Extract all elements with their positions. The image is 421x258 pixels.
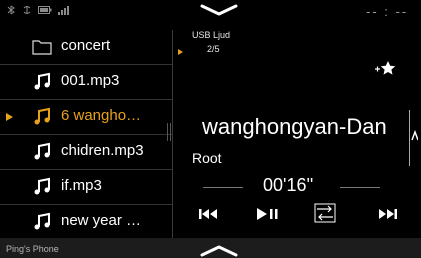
list-item-label: if.mp3 — [61, 177, 102, 194]
connected-phone-label: Ping's Phone — [6, 244, 59, 254]
play-indicator-icon — [178, 49, 183, 55]
source-label: USB Ljud — [192, 30, 231, 40]
repeat-shuffle-mode-icon[interactable] — [314, 203, 336, 223]
list-item-label: 001.mp3 — [61, 72, 120, 89]
panel-divider — [172, 30, 173, 242]
list-item[interactable]: if.mp3 — [0, 170, 172, 205]
bluetooth-audio-icon — [23, 6, 31, 14]
drag-handle-icon[interactable] — [167, 123, 171, 141]
list-item-label: chidren.mp3 — [61, 142, 144, 159]
progress-line-left — [203, 187, 243, 188]
list-item-label: concert — [61, 37, 111, 54]
play-pause-icon[interactable] — [256, 207, 278, 221]
clock: -- : -- — [366, 4, 409, 19]
track-title: wanghongyan-Dan — [202, 114, 387, 139]
signal-icon — [58, 6, 69, 15]
folder-name: Root — [192, 150, 222, 166]
list-item-active[interactable]: 6 wangho… — [0, 100, 172, 135]
now-playing-indicator-icon — [6, 113, 13, 121]
chevron-up-icon[interactable] — [200, 244, 238, 258]
previous-track-icon[interactable] — [198, 207, 218, 221]
music-note-icon — [34, 142, 50, 160]
bluetooth-headset-icon — [7, 5, 15, 15]
scroll-text-arrow-icon[interactable] — [404, 108, 418, 168]
next-track-icon[interactable] — [378, 207, 398, 221]
elapsed-time: 00'16'' — [263, 175, 314, 195]
music-note-icon — [34, 212, 50, 230]
file-list: concert 001.mp3 6 wangho… chidren.mp3 if… — [0, 30, 172, 238]
list-item-folder-concert[interactable]: concert — [0, 30, 172, 65]
list-item[interactable]: 001.mp3 — [0, 65, 172, 100]
list-item[interactable]: new year … — [0, 205, 172, 239]
music-note-icon — [34, 177, 50, 195]
track-number: 2/5 — [207, 44, 220, 54]
list-item[interactable]: chidren.mp3 — [0, 135, 172, 170]
progress-line-right — [340, 187, 380, 188]
folder-icon — [32, 40, 52, 55]
status-bar — [6, 3, 70, 17]
battery-icon — [38, 6, 52, 14]
list-item-label: 6 wangho… — [61, 107, 142, 124]
add-favorite-star-icon[interactable] — [374, 60, 396, 76]
chevron-down-icon[interactable] — [200, 2, 238, 22]
music-note-icon — [34, 107, 50, 125]
music-note-icon — [34, 72, 50, 90]
list-item-label: new year … — [61, 212, 142, 229]
